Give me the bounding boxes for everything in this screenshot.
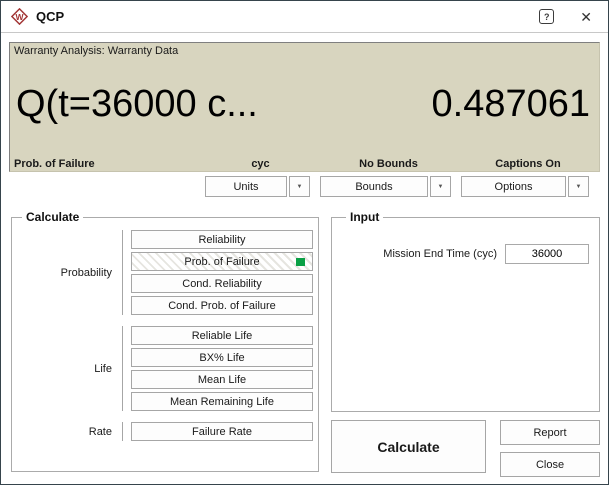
calc-button-cond-reliability[interactable]: Cond. Reliability: [131, 274, 313, 293]
units-caption: cyc: [251, 158, 270, 170]
rate-section: Rate Failure Rate: [16, 422, 313, 441]
calc-button-cond-prob-of-failure[interactable]: Cond. Prob. of Failure: [131, 296, 313, 315]
units-button[interactable]: Units: [205, 176, 287, 197]
help-icon[interactable]: ?: [539, 9, 555, 24]
calc-button-bx-life[interactable]: BX% Life: [131, 348, 313, 367]
rate-buttons: Failure Rate: [131, 422, 313, 441]
close-button[interactable]: Close: [500, 452, 600, 477]
dialog-body: Warranty Analysis: Warranty Data Q(t=360…: [1, 33, 608, 484]
metric-caption: Prob. of Failure: [14, 158, 95, 170]
life-section-label: Life: [16, 326, 123, 411]
options-dropdown: Options ▼: [461, 176, 589, 197]
display-captions-row: Prob. of Failure cyc No Bounds Captions …: [14, 158, 592, 170]
input-group: Input Mission End Time (cyc): [331, 210, 600, 412]
bounds-caption: No Bounds: [359, 158, 418, 170]
calculate-group: Calculate Probability Reliability Prob. …: [11, 210, 319, 472]
result-display-panel: Warranty Analysis: Warranty Data Q(t=360…: [9, 42, 600, 172]
rate-section-label: Rate: [16, 422, 123, 441]
calc-button-reliable-life[interactable]: Reliable Life: [131, 326, 313, 345]
calc-button-mean-remaining-life[interactable]: Mean Remaining Life: [131, 392, 313, 411]
analysis-source-label: Warranty Analysis: Warranty Data: [14, 45, 179, 57]
bounds-chevron-down-icon[interactable]: ▼: [430, 176, 451, 197]
action-row: Calculate Report Close: [331, 420, 600, 477]
mission-end-time-label: Mission End Time (cyc): [383, 248, 497, 260]
selected-indicator: [296, 257, 305, 266]
mission-end-time-row: Mission End Time (cyc): [340, 244, 589, 264]
calc-button-reliability[interactable]: Reliability: [131, 230, 313, 249]
result-expression: Q(t=36000 c...: [16, 83, 258, 125]
probability-buttons: Reliability Prob. of Failure Cond. Relia…: [131, 230, 313, 315]
calc-button-failure-rate[interactable]: Failure Rate: [131, 422, 313, 441]
calc-button-prob-of-failure[interactable]: Prob. of Failure: [131, 252, 313, 271]
bounds-dropdown: Bounds ▼: [320, 176, 451, 197]
options-button[interactable]: Options: [461, 176, 566, 197]
report-button[interactable]: Report: [500, 420, 600, 445]
close-icon[interactable]: ✕: [580, 10, 592, 24]
dropdown-row: Units ▼ Bounds ▼ Options ▼: [205, 176, 589, 197]
probability-section: Probability Reliability Prob. of Failure…: [16, 230, 313, 315]
calculate-button[interactable]: Calculate: [331, 420, 486, 473]
calc-button-prob-of-failure-label: Prob. of Failure: [184, 255, 260, 268]
mission-end-time-input[interactable]: [505, 244, 589, 264]
result-value: 0.487061: [431, 83, 591, 125]
probability-section-label: Probability: [16, 230, 123, 315]
input-group-title: Input: [350, 210, 380, 224]
titlebar: W QCP ? ✕: [1, 1, 608, 33]
report-close-stack: Report Close: [500, 420, 600, 477]
life-buttons: Reliable Life BX% Life Mean Life Mean Re…: [131, 326, 313, 411]
qcp-window: W QCP ? ✕ Warranty Analysis: Warranty Da…: [0, 0, 609, 485]
life-section: Life Reliable Life BX% Life Mean Life Me…: [16, 326, 313, 411]
calculate-group-title: Calculate: [26, 210, 80, 224]
result-main-row: Q(t=36000 c... 0.487061: [14, 57, 592, 158]
options-chevron-down-icon[interactable]: ▼: [568, 176, 589, 197]
units-chevron-down-icon[interactable]: ▼: [289, 176, 310, 197]
bounds-button[interactable]: Bounds: [320, 176, 428, 197]
weibull-diamond-icon: W: [11, 8, 28, 25]
svg-text:W: W: [15, 12, 24, 22]
window-title: QCP: [36, 9, 65, 24]
calc-button-mean-life[interactable]: Mean Life: [131, 370, 313, 389]
units-dropdown: Units ▼: [205, 176, 310, 197]
main-area: Calculate Probability Reliability Prob. …: [11, 210, 600, 477]
options-caption: Captions On: [495, 158, 561, 170]
right-column: Input Mission End Time (cyc) Calculate R…: [331, 210, 600, 477]
